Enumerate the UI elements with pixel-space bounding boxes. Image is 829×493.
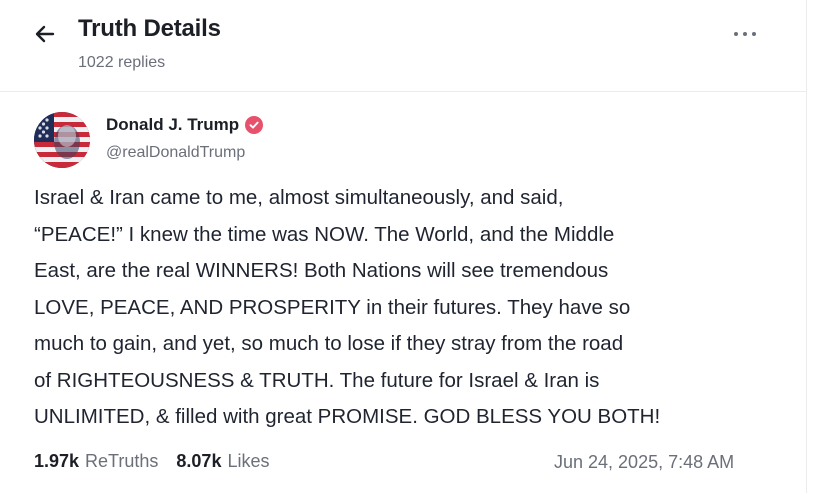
likes-stat[interactable]: 8.07k Likes [176,451,269,472]
post-text-line: LOVE, PEACE, AND PROSPERITY in their fut… [34,295,631,319]
verified-badge-icon [245,116,264,134]
avatar[interactable] [34,112,90,168]
more-dot [752,32,756,36]
page-title: Truth Details [78,15,221,42]
page-header: Truth Details 1022 replies [0,0,806,96]
back-button[interactable] [28,17,62,51]
post-text-line: of RIGHTEOUSNESS & TRUTH. The future for… [34,368,600,392]
checkmark-icon [249,121,259,129]
post-text-line: UNLIMITED, & filled with great PROMISE. … [34,405,661,428]
retruths-stat[interactable]: 1.97k ReTruths [34,451,158,472]
arrow-left-icon [35,25,55,43]
author-name[interactable]: Donald J. Trump [106,115,264,135]
more-dot [743,32,747,36]
header-divider [0,91,806,92]
page-edge-divider [806,0,807,493]
retruths-label: ReTruths [85,451,159,471]
post-stats: 1.97k ReTruths 8.07k Likes [34,451,287,472]
post-text-line: Israel & Iran came to me, almost simulta… [34,186,564,209]
author-name-text: Donald J. Trump [106,115,240,134]
post-text: Israel & Iran came to me, almost simulta… [34,180,786,436]
author-handle[interactable]: @realDonaldTrump [106,144,245,162]
post-timestamp: Jun 24, 2025, 7:48 AM [554,452,735,472]
likes-count: 8.07k [176,451,222,471]
avatar-image [34,112,90,168]
post-text-line: “PEACE!” I knew the time was NOW. The Wo… [34,222,615,246]
post-text-line: East, are the real WINNERS! Both Nations… [34,259,609,282]
replies-count: 1022 replies [78,54,166,71]
more-options-button[interactable] [722,20,768,48]
more-horizontal-icon [734,32,738,36]
retruths-count: 1.97k [34,451,80,471]
likes-label: Likes [227,451,270,471]
post-text-line: much to gain, and yet, so much to lose i… [34,332,624,355]
